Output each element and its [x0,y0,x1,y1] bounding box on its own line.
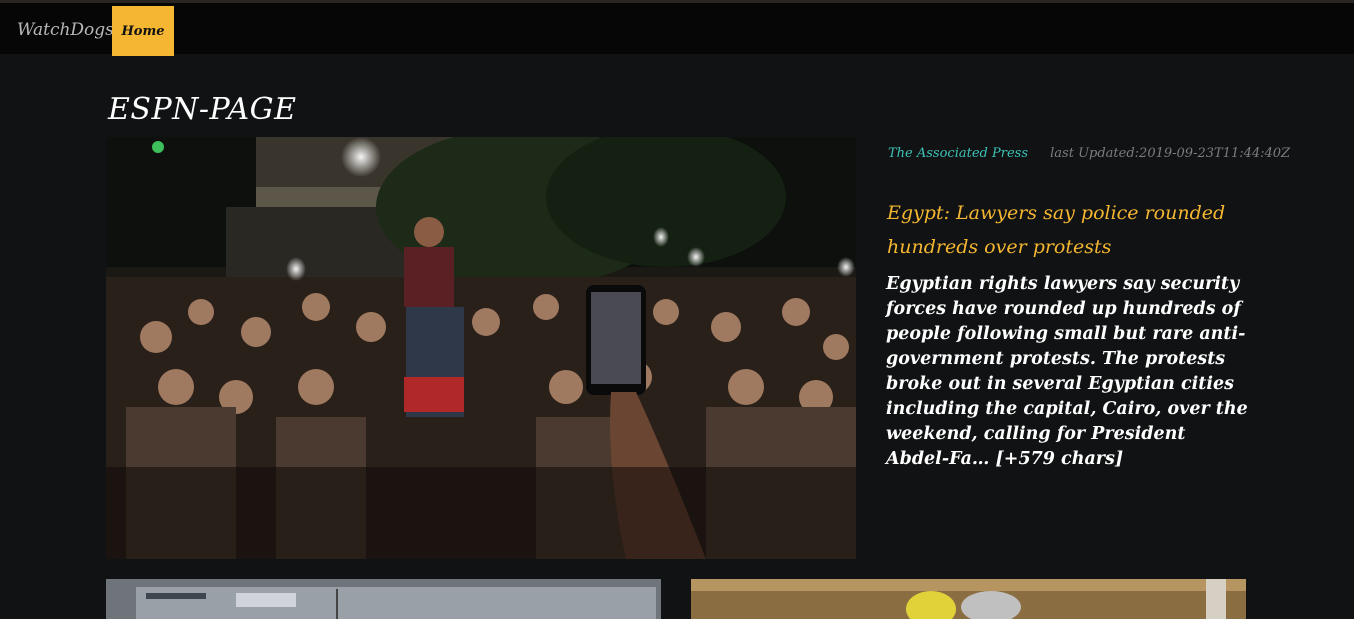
article-thumbnail[interactable] [691,579,1246,619]
brand-logo[interactable]: WatchDogs [17,20,114,40]
nav-home-tab[interactable]: Home [112,6,174,56]
page-title: ESPN-PAGE [108,92,297,127]
updated-timestamp: 2019-09-23T11:44:40Z [1139,146,1291,161]
fire-photo [691,579,1246,619]
article-headline[interactable]: Egypt: Lawyers say police rounded hundre… [887,196,1257,264]
building-photo [106,579,661,619]
article-image[interactable] [106,137,856,559]
article-meta: The Associated Press last Updated:2019-0… [888,146,1290,161]
article-summary: Egyptian rights lawyers say security for… [886,274,1248,469]
top-navbar: WatchDogs Home [0,0,1354,56]
protest-photo [106,137,856,559]
article-thumbnail[interactable] [106,579,661,619]
updated-label: last Updated: [1050,146,1140,161]
article-source[interactable]: The Associated Press [888,146,1028,161]
